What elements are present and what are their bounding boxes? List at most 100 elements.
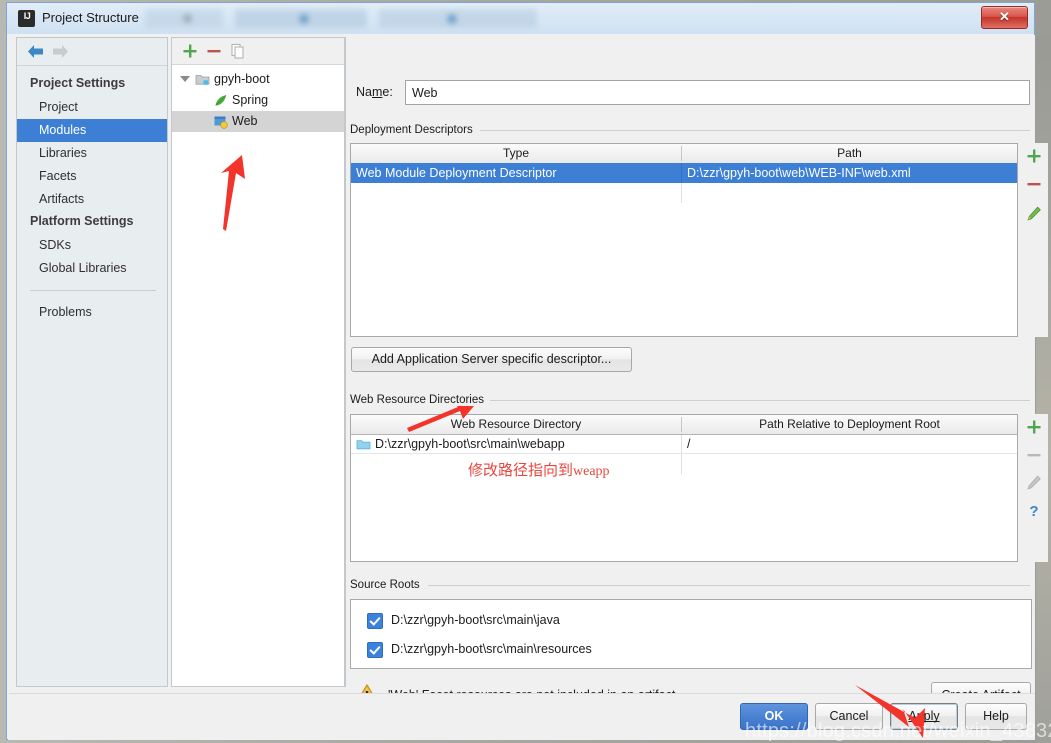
- group-rule: [428, 585, 1030, 586]
- close-icon: ✕: [999, 9, 1010, 24]
- list-item[interactable]: D:\zzr\gpyh-boot\src\main\java: [351, 606, 1031, 635]
- sidebar-group-platform-settings: Platform Settings: [30, 214, 134, 228]
- table-row[interactable]: Web Module Deployment Descriptor D:\zzr\…: [351, 163, 1017, 183]
- web-facet-icon: [213, 114, 228, 129]
- arrow-left-icon[interactable]: [26, 44, 45, 59]
- dialog-button-bar: OK Cancel Apply Help: [9, 693, 1035, 739]
- sidebar-item-project[interactable]: Project: [17, 96, 167, 119]
- cell-divider: [681, 183, 682, 203]
- pencil-icon[interactable]: [1025, 205, 1043, 223]
- web-resource-directories-table: Web Resource Directory Path Relative to …: [350, 414, 1018, 562]
- sidebar-item-facets[interactable]: Facets: [17, 165, 167, 188]
- dialog-content: Project Settings Project Modules Librari…: [8, 35, 1048, 740]
- button-label: OK: [764, 709, 784, 723]
- minus-icon[interactable]: [205, 42, 223, 60]
- plus-icon[interactable]: [1025, 418, 1043, 436]
- sidebar-item-libraries[interactable]: Libraries: [17, 142, 167, 165]
- column-header-web-resource-directory[interactable]: Web Resource Directory: [351, 415, 681, 434]
- intellij-idea-icon: [18, 10, 35, 27]
- svg-text:?: ?: [1029, 503, 1038, 520]
- cell-divider: [681, 163, 682, 183]
- settings-sidebar: Project Settings Project Modules Librari…: [16, 37, 168, 687]
- button-label: Add Application Server specific descript…: [371, 352, 612, 366]
- cancel-button[interactable]: Cancel: [815, 703, 883, 730]
- column-header-type[interactable]: Type: [351, 144, 681, 163]
- tree-node-spring[interactable]: Spring: [172, 90, 344, 111]
- tree-node-label: Spring: [232, 93, 269, 107]
- web-resource-directories-caption: Web Resource Directories: [350, 394, 491, 406]
- plus-icon[interactable]: [1025, 147, 1043, 165]
- table-header-row: Type Path: [351, 144, 1017, 164]
- tree-node-gpyh-boot[interactable]: gpyh-boot: [172, 69, 344, 90]
- tree-node-web[interactable]: Web: [172, 111, 344, 132]
- apply-button[interactable]: Apply: [890, 703, 958, 730]
- table-row[interactable]: D:\zzr\gpyh-boot\src\main\webapp /: [351, 434, 1017, 454]
- spring-leaf-icon: [213, 93, 228, 108]
- name-label: Name:: [356, 85, 393, 99]
- panel-separator: [345, 37, 346, 687]
- group-rule: [488, 400, 1030, 401]
- source-roots-caption: Source Roots: [350, 579, 426, 591]
- sidebar-group-project-settings: Project Settings: [30, 76, 126, 90]
- plus-icon[interactable]: [181, 42, 199, 60]
- sidebar-navigation-bar: [17, 38, 167, 66]
- source-root-path: D:\zzr\gpyh-boot\src\main\resources: [391, 642, 592, 656]
- list-item[interactable]: D:\zzr\gpyh-boot\src\main\resources: [351, 635, 1031, 664]
- source-root-checkbox[interactable]: [367, 613, 383, 629]
- close-window-button[interactable]: ✕: [981, 6, 1028, 29]
- deployment-descriptors-table: Type Path Web Module Deployment Descript…: [350, 143, 1018, 337]
- annotation-arrow-web: [221, 155, 245, 231]
- project-structure-dialog: Project Structure ✕ Project Settings: [6, 2, 1048, 740]
- module-tree-toolbar: [172, 38, 344, 65]
- cell-divider: [681, 454, 682, 474]
- background-tab-icon-blur: [299, 14, 309, 24]
- source-roots-list: D:\zzr\gpyh-boot\src\main\java D:\zzr\gp…: [350, 599, 1032, 669]
- cell-path: D:\zzr\gpyh-boot\web\WEB-INF\web.xml: [687, 166, 911, 180]
- web-facet-settings-panel: Name: Deployment Descriptors Type Path W…: [348, 37, 1048, 708]
- tree-node-label: gpyh-boot: [214, 72, 270, 86]
- sidebar-divider: [30, 290, 156, 291]
- sidebar-item-global-libraries[interactable]: Global Libraries: [17, 257, 167, 280]
- help-button[interactable]: Help: [965, 703, 1027, 730]
- name-input[interactable]: [405, 80, 1030, 105]
- window-title-bar: Project Structure ✕: [7, 3, 1034, 34]
- module-folder-icon: [195, 72, 210, 87]
- deployment-descriptors-toolbar: [1020, 143, 1048, 337]
- cell-divider: [681, 434, 682, 454]
- table-row-empty: [351, 183, 1017, 203]
- chevron-down-icon[interactable]: [180, 76, 190, 82]
- sidebar-item-sdks[interactable]: SDKs: [17, 234, 167, 257]
- cell-directory: D:\zzr\gpyh-boot\src\main\webapp: [375, 437, 565, 451]
- add-application-server-descriptor-button[interactable]: Add Application Server specific descript…: [351, 347, 632, 372]
- table-header-row: Web Resource Directory Path Relative to …: [351, 415, 1017, 435]
- module-tree: gpyh-boot Spring Web: [172, 65, 344, 686]
- button-label: Cancel: [829, 709, 869, 723]
- background-tab-icon-blur: [183, 14, 192, 23]
- column-header-path-relative[interactable]: Path Relative to Deployment Root: [682, 415, 1017, 434]
- sidebar-item-modules[interactable]: Modules: [17, 119, 167, 142]
- column-header-path[interactable]: Path: [682, 144, 1017, 163]
- background-tab-icon-blur: [447, 14, 457, 24]
- arrow-right-icon[interactable]: [51, 44, 70, 59]
- button-label: Help: [983, 709, 1009, 723]
- source-root-path: D:\zzr\gpyh-boot\src\main\java: [391, 613, 560, 627]
- source-root-checkbox[interactable]: [367, 642, 383, 658]
- group-rule: [480, 130, 1030, 131]
- sidebar-item-artifacts[interactable]: Artifacts: [17, 188, 167, 211]
- sidebar-item-problems[interactable]: Problems: [17, 301, 167, 324]
- module-tree-panel: gpyh-boot Spring Web: [171, 37, 345, 687]
- folder-icon: [356, 437, 371, 452]
- cell-type: Web Module Deployment Descriptor: [356, 166, 557, 180]
- ok-button[interactable]: OK: [740, 703, 808, 730]
- button-label: Apply: [908, 709, 940, 723]
- cell-relative-path: /: [687, 437, 691, 451]
- deployment-descriptors-caption: Deployment Descriptors: [350, 124, 479, 136]
- minus-icon: [1025, 446, 1043, 464]
- question-icon[interactable]: ?: [1025, 502, 1043, 520]
- tree-node-label: Web: [232, 114, 258, 128]
- copy-icon[interactable]: [229, 42, 247, 60]
- minus-icon[interactable]: [1025, 175, 1043, 193]
- window-title: Project Structure: [42, 10, 139, 25]
- pencil-icon: [1025, 474, 1043, 492]
- table-row-empty: [351, 454, 1017, 474]
